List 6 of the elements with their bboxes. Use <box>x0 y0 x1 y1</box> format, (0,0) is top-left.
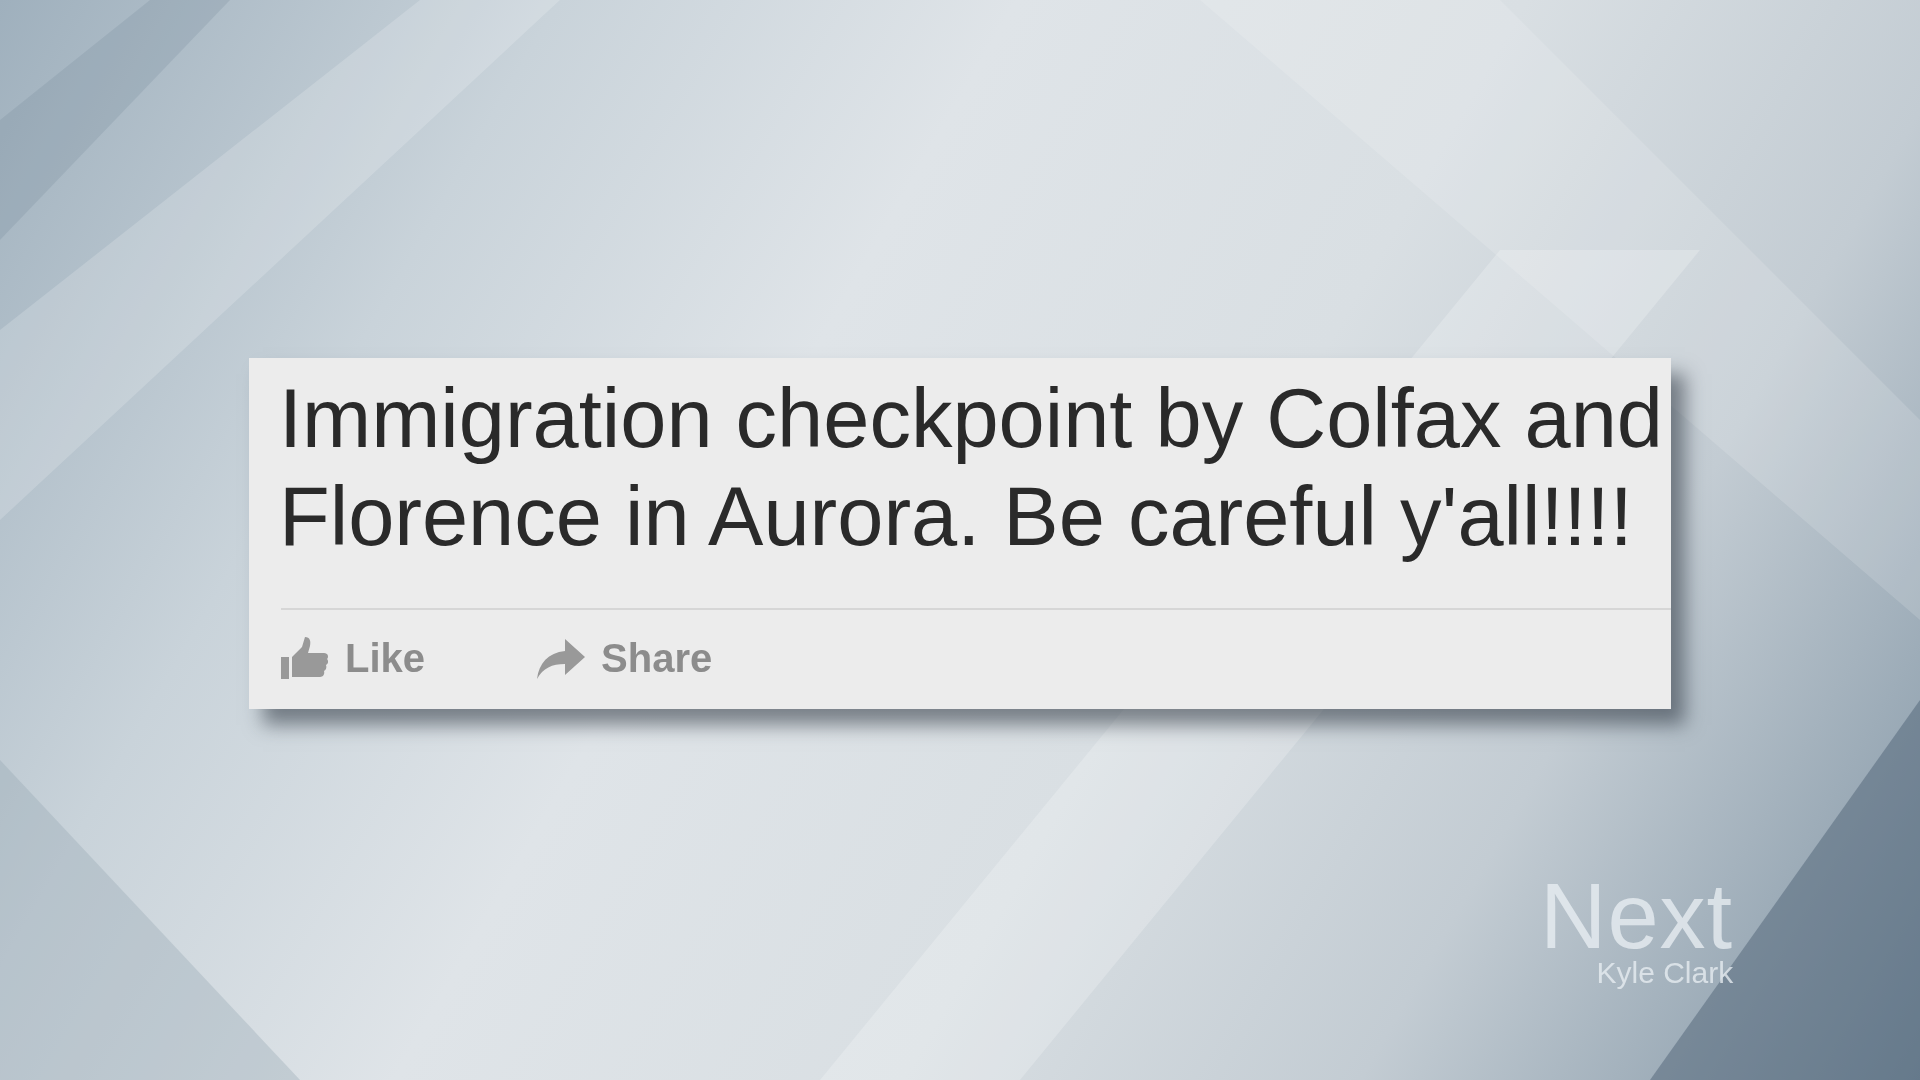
like-button[interactable]: Like <box>281 636 426 681</box>
show-logo-title: Next <box>1540 870 1734 962</box>
share-arrow-icon <box>537 636 586 681</box>
post-text: Immigration checkpoint by Colfax and Florence in Aurora. Be careful y'all!!!! <box>279 371 1664 565</box>
share-button[interactable]: Share <box>537 636 713 681</box>
thumbs-up-icon <box>281 636 329 681</box>
